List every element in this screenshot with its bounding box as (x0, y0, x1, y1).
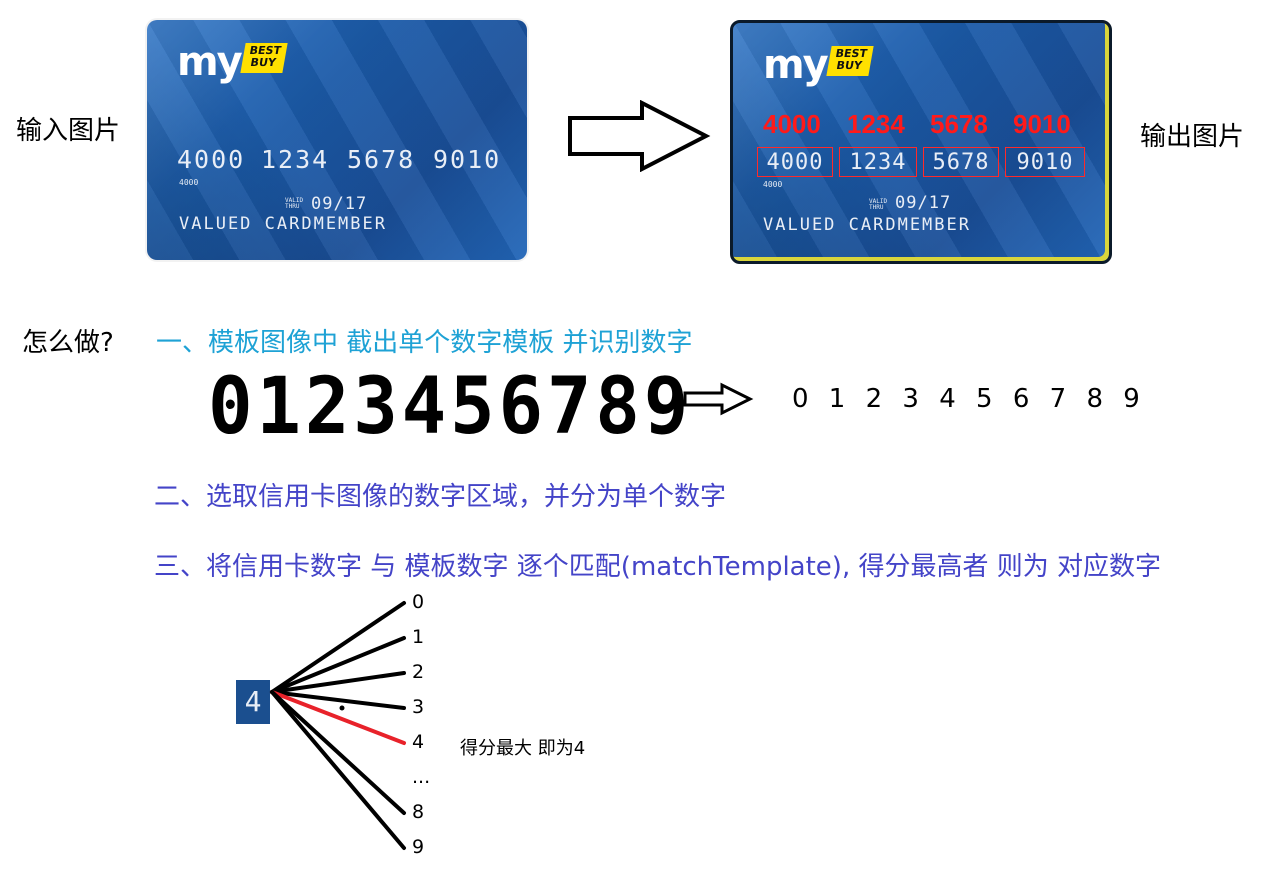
match-lines (270, 601, 406, 850)
dot-marker (339, 705, 345, 711)
candidate-label-3: 3 (412, 696, 425, 718)
candidate-label-1: 1 (412, 626, 425, 648)
candidate-label-0: 0 (412, 591, 425, 613)
match-result-text: 得分最大 即为4 (460, 738, 586, 759)
candidate-label-4: 4 (412, 731, 425, 753)
candidate-label-2: 2 (412, 661, 425, 683)
candidate-label-9: 9 (412, 836, 425, 858)
candidate-ellipsis: ... (412, 766, 431, 788)
match-line-8 (270, 690, 406, 815)
candidate-label-8: 8 (412, 801, 425, 823)
